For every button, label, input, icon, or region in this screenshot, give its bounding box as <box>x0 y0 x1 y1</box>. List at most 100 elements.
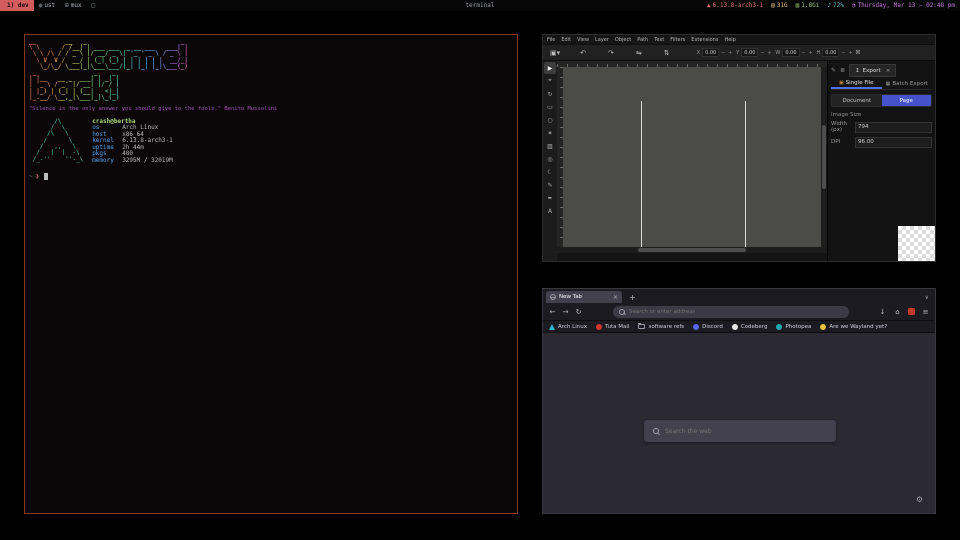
menu-icon[interactable]: ≡ <box>921 308 930 316</box>
scrollbar-thumb[interactable] <box>638 248 746 252</box>
url-input[interactable] <box>629 309 843 315</box>
new-tab-button[interactable]: + <box>629 293 636 302</box>
export-area-button[interactable]: Document <box>832 95 882 106</box>
tool-button[interactable]: ▶ <box>544 62 556 74</box>
status-segment: ♪ 72% <box>827 2 843 9</box>
dpi-input[interactable] <box>855 137 932 148</box>
menu-item[interactable]: Path <box>637 37 648 43</box>
spinbox-value[interactable]: 0.00 <box>822 48 839 57</box>
bookmark-favicon <box>732 324 738 330</box>
lock-ratio-icon[interactable]: ⊠ <box>855 49 860 56</box>
url-bar[interactable] <box>613 306 849 318</box>
personalize-gear-icon[interactable]: ⚙ <box>916 496 923 504</box>
spinbox-decrement[interactable]: − <box>759 50 765 56</box>
bookmark-item[interactable]: Arch Linux <box>549 324 587 330</box>
menu-item[interactable]: Help <box>724 37 735 43</box>
tool-button[interactable]: ▧ <box>544 140 556 152</box>
tool-button[interactable]: ▭ <box>544 101 556 113</box>
menu-item[interactable]: Extensions <box>691 37 718 43</box>
menu-item[interactable]: Text <box>654 37 664 43</box>
forward-button[interactable]: → <box>561 308 570 316</box>
web-search-box[interactable] <box>644 420 836 442</box>
spinbox-value[interactable]: 0.00 <box>782 48 799 57</box>
home-icon[interactable]: ⌂ <box>893 308 902 316</box>
spinbox[interactable]: H 0.00 − + <box>817 48 854 57</box>
menu-item[interactable]: Filters <box>670 37 685 43</box>
dialog-icon-layers[interactable]: ≣ <box>840 67 845 74</box>
bookmark-item[interactable]: Photopea <box>776 324 811 330</box>
spinbox-decrement[interactable]: − <box>840 50 846 56</box>
downloads-icon[interactable]: ↓ <box>878 308 887 316</box>
spinbox-increment[interactable]: + <box>727 50 733 56</box>
spinbox-increment[interactable]: + <box>766 50 772 56</box>
export-area-button[interactable]: Page <box>882 95 932 106</box>
spinbox[interactable]: X 0.00 − + <box>697 48 734 57</box>
bookmark-item[interactable]: Codeberg <box>732 324 768 330</box>
workspace-item[interactable]: □ <box>87 0 103 11</box>
list-tabs-chevron-icon[interactable]: ∨ <box>925 294 932 301</box>
web-search-input[interactable] <box>665 428 827 435</box>
bookmark-item[interactable]: Are we Wayland yet? <box>820 324 887 330</box>
width-input[interactable] <box>855 122 932 133</box>
bookmark-item[interactable]: software refs <box>638 324 684 330</box>
spinbox-increment[interactable]: + <box>847 50 853 56</box>
selection-mode-icon[interactable]: ▣▾ <box>550 49 560 57</box>
terminal-window: __ __ _ _ \ \ / /__| | ___ ___ _ __ ___ … <box>24 34 518 514</box>
bookmark-item[interactable]: Discord <box>693 324 723 330</box>
tool-button[interactable]: ◎ <box>544 153 556 165</box>
menu-item[interactable]: View <box>577 37 589 43</box>
shell-prompt[interactable]: ~ ❯ <box>29 173 513 180</box>
spinbox-value[interactable]: 0.00 <box>702 48 719 57</box>
tool-button[interactable]: ✶ <box>544 127 556 139</box>
menu-item[interactable]: File <box>547 37 555 43</box>
scrollbar-thumb[interactable] <box>822 125 826 190</box>
menu-item[interactable]: Edit <box>561 37 571 43</box>
transform-icon[interactable]: ↶ <box>580 49 586 57</box>
fetch-label: memory <box>92 158 122 165</box>
spinbox-value[interactable]: 0.00 <box>741 48 758 57</box>
workspace-item[interactable]: ⊞ mux <box>60 0 86 11</box>
tool-button[interactable]: ✒ <box>544 192 556 204</box>
close-icon[interactable]: × <box>886 68 891 74</box>
workspace-item[interactable]: 1) dev <box>0 0 34 11</box>
inkscape-canvas[interactable] <box>563 67 821 247</box>
transform-icon[interactable]: ↷ <box>608 49 614 57</box>
tool-button[interactable]: A <box>544 205 556 217</box>
tool-button[interactable]: ⌖ <box>544 75 556 87</box>
tool-button[interactable]: ↻ <box>544 88 556 100</box>
bookmark-favicon <box>549 324 555 330</box>
menu-item[interactable]: Layer <box>595 37 609 43</box>
spinbox[interactable]: W 0.00 − + <box>775 48 813 57</box>
export-mode-tab[interactable]: ▦ Batch Export <box>882 78 933 89</box>
spinbox-decrement[interactable]: − <box>720 50 726 56</box>
transform-icon[interactable]: ⇋ <box>636 49 642 57</box>
export-tab-text: Batch Export <box>892 81 928 87</box>
bookmark-label: Arch Linux <box>558 324 587 330</box>
dialog-icon-edit[interactable]: ✎ <box>831 67 836 74</box>
tool-button[interactable]: ✎ <box>544 179 556 191</box>
tool-button[interactable]: ○ <box>544 114 556 126</box>
browser-tab[interactable]: New Tab × <box>546 291 622 303</box>
reload-button[interactable]: ↻ <box>574 308 583 316</box>
transform-icon[interactable]: ⇅ <box>664 49 670 57</box>
export-dialog-tab[interactable]: ↥ Export × <box>849 64 896 77</box>
tab-close-icon[interactable]: × <box>613 294 618 301</box>
spinbox-decrement[interactable]: − <box>801 50 807 56</box>
export-mode-tab[interactable]: ▣ Single File <box>831 78 882 89</box>
back-button[interactable]: ← <box>548 308 557 316</box>
arch-logo-ascii: /\ / \ /\ \ / \ / ,, \ / | | -\ /_-'' ''… <box>29 119 83 165</box>
bookmark-item[interactable]: Tuta Mail <box>596 324 629 330</box>
tab-title: New Tab <box>559 294 582 300</box>
menu-item[interactable]: Object <box>615 37 631 43</box>
system-fetch: /\ / \ /\ \ / \ / ,, \ / | | -\ /_-'' ''… <box>29 119 513 165</box>
spinbox[interactable]: Y 0.00 − + <box>736 48 772 57</box>
spinbox-increment[interactable]: + <box>808 50 814 56</box>
bookmark-label: Codeberg <box>741 324 768 330</box>
ublock-extension-icon[interactable] <box>908 308 915 315</box>
canvas-horizontal-scrollbar[interactable] <box>557 247 827 253</box>
status-bar: 1) dev ◍ ust ⊞ mux □ terminal ▲ 6.13.8-a… <box>0 0 960 11</box>
export-area-label: Page <box>900 98 913 104</box>
tool-button[interactable]: ☾ <box>544 166 556 178</box>
bookmark-label: Are we Wayland yet? <box>829 324 887 330</box>
workspace-item[interactable]: ◍ ust <box>34 0 60 11</box>
